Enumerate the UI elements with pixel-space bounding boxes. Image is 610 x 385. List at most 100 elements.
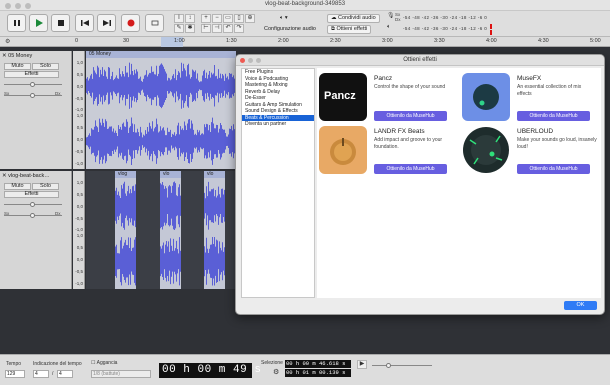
settings-gear-icon[interactable]: ⚙︎ — [5, 38, 10, 45]
timeline-ruler[interactable]: ⚙︎ 0 30 1:00 1:30 2:00 2:30 3:00 3:30 4:… — [0, 37, 610, 47]
zoom-out-icon[interactable]: − — [212, 14, 222, 23]
gain-slider[interactable] — [4, 202, 62, 207]
toolbar: I ↕ ✎ ✱ + − ▭ ▯ ⊕ ⊢ ⊣ ↶ ↷ 🔈︎ ▾ Configura… — [0, 11, 610, 37]
pancz-logo: Pancz — [319, 73, 367, 121]
undo-icon[interactable]: ↶ — [223, 24, 233, 33]
effects-button[interactable]: Effetti — [4, 191, 59, 198]
get-from-musehub-button[interactable]: Ottienilo da MuseHub — [374, 164, 447, 174]
playback-meter-icon[interactable]: 🔈︎ — [387, 23, 393, 32]
ruler-tick: 5:00 — [590, 38, 601, 44]
gain-knob[interactable] — [30, 82, 35, 87]
clip-header-vlog[interactable]: vlog — [115, 171, 136, 178]
scale-label: 1,0 — [76, 233, 83, 238]
time-signature-numerator[interactable]: 4 — [33, 370, 49, 378]
ruler-tick: 2:30 — [330, 38, 341, 44]
speaker-icon[interactable]: 🔈︎ ▾ — [280, 15, 288, 22]
snap-checkbox[interactable]: ☐ Aggancia — [91, 360, 117, 366]
pan-knob[interactable] — [30, 213, 35, 218]
playback-speed-slider[interactable] — [372, 363, 432, 368]
minimize-dialog-icon[interactable] — [248, 58, 253, 63]
track1-waveform[interactable] — [86, 58, 236, 169]
get-from-musehub-button[interactable]: Ottienilo da MuseHub — [374, 111, 447, 121]
stop-button[interactable] — [51, 14, 70, 32]
mute-button[interactable]: Muto — [4, 183, 31, 190]
ruler-tick: 4:30 — [538, 38, 549, 44]
close-dialog-icon[interactable] — [240, 58, 245, 63]
share-audio-button[interactable]: ☁︎ Condividi audio — [327, 14, 380, 23]
pan-slider[interactable] — [4, 93, 62, 98]
pause-button[interactable] — [7, 14, 26, 32]
effect-card-pancz: Pancz Pancz Control the shape of your so… — [319, 73, 459, 129]
selection-end-time[interactable]: 00 h 01 m 00.139 s — [285, 369, 351, 377]
get-effects-button[interactable]: ⧉ Ottieni effetti — [327, 25, 372, 34]
silence-icon[interactable]: ⊣ — [212, 24, 222, 33]
selection-start-time[interactable]: 00 h 00 m 46.618 s — [285, 360, 351, 368]
pan-knob[interactable] — [30, 93, 35, 98]
zoom-toggle-icon[interactable]: ⊕ — [245, 14, 255, 23]
stop-icon — [57, 20, 64, 26]
fit-selection-icon[interactable]: ▭ — [223, 14, 233, 23]
card-description: An essential collection of mix effects — [517, 84, 582, 97]
scale-label: -1,0 — [75, 107, 83, 112]
clip-header-vlog[interactable]: vlo — [160, 171, 181, 178]
selection-tool-icon[interactable]: I — [174, 14, 184, 23]
ok-button[interactable]: OK — [564, 301, 597, 310]
clip-vlog-1[interactable] — [115, 178, 136, 289]
solo-button[interactable]: Solo — [32, 183, 59, 190]
time-display[interactable]: 00 h 00 m 49 s — [159, 363, 261, 378]
play-icon — [35, 19, 43, 27]
solo-button[interactable]: Solo — [32, 63, 59, 70]
draw-tool-icon[interactable]: ✎ — [174, 24, 184, 33]
time-signature-denominator[interactable]: 4 — [57, 370, 73, 378]
clip-vlog-2[interactable] — [160, 178, 181, 289]
gain-knob[interactable] — [30, 202, 35, 207]
record-icon — [127, 19, 134, 27]
scale-label: 0,0 — [76, 137, 83, 142]
loop-button[interactable] — [145, 14, 164, 32]
record-button[interactable] — [121, 14, 140, 32]
playback-meter-scale[interactable]: -54 -48 -42 -36 -30 -24 -18 -12 -6 0 — [403, 24, 498, 33]
get-from-musehub-button[interactable]: Ottienilo da MuseHub — [517, 164, 590, 174]
musefx-knob-icon — [473, 84, 499, 110]
snap-label: Aggancia — [96, 360, 118, 366]
gain-slider[interactable] — [4, 82, 62, 87]
skip-end-button[interactable] — [97, 14, 116, 32]
category-item[interactable]: Diventa un partner — [242, 121, 314, 128]
mute-button[interactable]: Muto — [4, 63, 31, 70]
get-from-musehub-button[interactable]: Ottienilo da MuseHub — [517, 111, 590, 121]
play-button[interactable] — [29, 14, 48, 32]
get-effects-label: Ottieni effetti — [336, 26, 368, 32]
fit-project-icon[interactable]: ▯ — [234, 14, 244, 23]
clip-vlog-3[interactable] — [204, 178, 225, 289]
snap-select[interactable]: 1/8 (battute) — [91, 370, 151, 378]
ruler-tick: 4:00 — [486, 38, 497, 44]
clip-header-vlog[interactable]: vlo — [204, 171, 225, 178]
get-effects-dialog: Ottieni effetti Free Plugins Voice & Podc… — [235, 54, 605, 315]
card-description: Control the shape of your sound — [374, 84, 446, 90]
zoom-dialog-icon[interactable] — [256, 58, 261, 63]
skip-start-button[interactable] — [75, 14, 94, 32]
play-at-speed-icon[interactable]: ▶ — [357, 360, 367, 369]
audio-setup-button[interactable]: Configurazione audio — [264, 26, 316, 32]
track-name[interactable]: ✕ vlog-beat-back… — [2, 173, 69, 180]
track2-waveform[interactable]: vlog vlo vlo — [86, 171, 236, 289]
tempo-input[interactable]: 129 — [5, 370, 25, 378]
redo-icon[interactable]: ↷ — [234, 24, 244, 33]
envelope-tool-icon[interactable]: ↕ — [185, 14, 195, 23]
record-meter-scale[interactable]: -54 -48 -42 -36 -30 -24 -18 -12 -6 0 — [403, 13, 498, 22]
loop-icon — [151, 20, 158, 26]
effects-button[interactable]: Effetti — [4, 71, 59, 78]
scale-label: 0,5 — [76, 125, 83, 130]
multi-tool-icon[interactable]: ✱ — [185, 24, 195, 33]
record-meter-icon[interactable]: 🎙︎ — [387, 12, 395, 21]
track-header-vlog[interactable]: ✕ vlog-beat-back… Muto Solo Effetti Sx D… — [0, 171, 72, 289]
track-header-money[interactable]: ✕ 05 Money Muto Solo Effetti Sx Dx — [0, 51, 72, 169]
pan-slider[interactable] — [4, 213, 62, 218]
trim-icon[interactable]: ⊢ — [201, 24, 211, 33]
selection-settings-icon[interactable]: ⚙︎ — [273, 368, 279, 376]
zoom-in-icon[interactable]: + — [201, 14, 211, 23]
tempo-label: Tempo — [6, 361, 22, 367]
speed-knob[interactable] — [386, 363, 391, 368]
track-name[interactable]: ✕ 05 Money — [2, 53, 69, 60]
clip-header-money[interactable]: 05 Money — [86, 51, 236, 58]
